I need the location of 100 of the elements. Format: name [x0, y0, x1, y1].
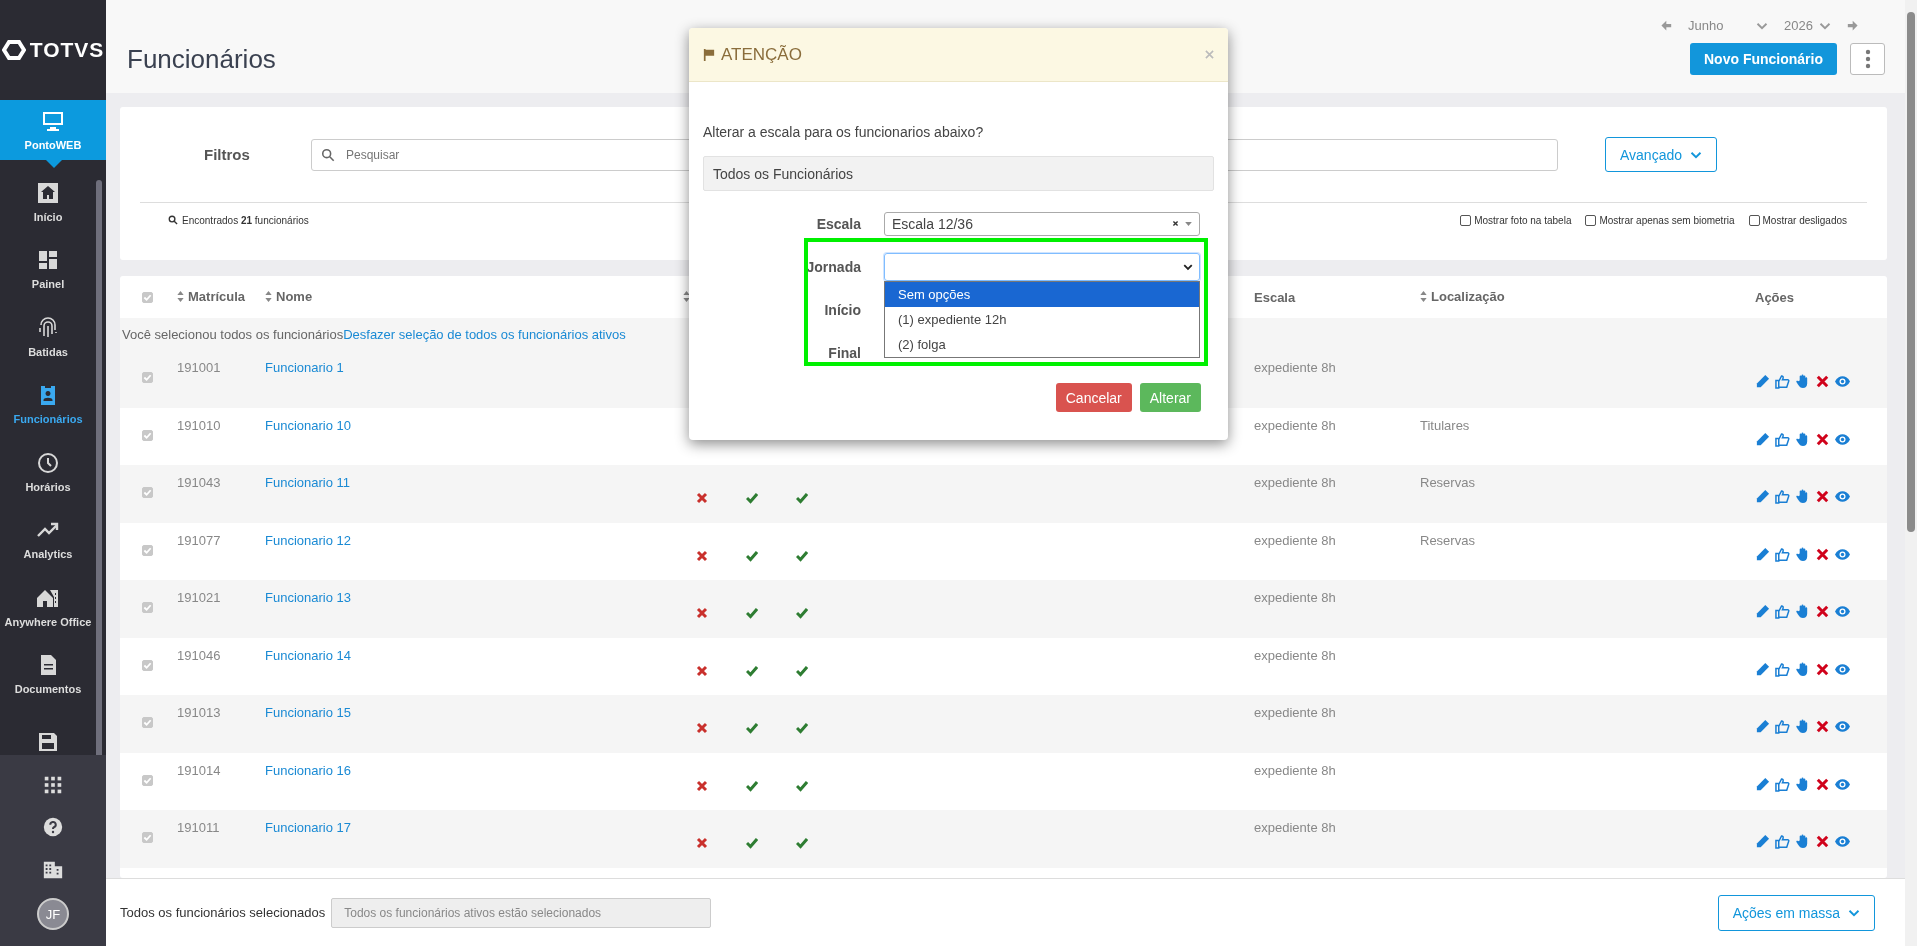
- thumbs-up-icon[interactable]: [1775, 489, 1790, 504]
- table-cell: expediente 8h: [1254, 475, 1336, 490]
- thumbs-up-icon[interactable]: [1775, 431, 1790, 447]
- thumbs-up-icon[interactable]: [1775, 776, 1790, 792]
- cancel-button[interactable]: Cancelar: [1055, 383, 1132, 412]
- pencil-icon[interactable]: [1755, 719, 1770, 734]
- eye-icon[interactable]: [1835, 834, 1850, 849]
- hand-icon[interactable]: [1795, 661, 1810, 677]
- scrollbar[interactable]: [96, 180, 102, 755]
- clear-icon[interactable]: [1172, 220, 1179, 227]
- delete-icon[interactable]: [1815, 374, 1830, 389]
- eye-icon[interactable]: [1835, 374, 1850, 389]
- scrollbar[interactable]: [1905, 0, 1917, 946]
- undo-selection-link[interactable]: Desfazer seleção de todos os funcionários ativos: [343, 326, 626, 342]
- column-header[interactable]: Escala: [1254, 289, 1296, 305]
- modal-title: ATENÇÃO: [721, 44, 802, 65]
- pencil-icon[interactable]: [1755, 374, 1770, 389]
- checkbox[interactable]: [1748, 214, 1760, 226]
- delete-icon[interactable]: [1815, 489, 1830, 504]
- dropdown-option[interactable]: Sem opções: [885, 281, 1199, 307]
- employee-link[interactable]: Funcionario 14: [265, 647, 351, 663]
- more-button[interactable]: [1850, 43, 1885, 75]
- column-header[interactable]: Nome: [265, 289, 313, 304]
- check-icon: [143, 430, 152, 440]
- employee-link[interactable]: Funcionario 15: [265, 705, 351, 720]
- check-icon: [143, 292, 152, 302]
- sidebar-item[interactable]: Horários: [0, 438, 96, 506]
- employee-link[interactable]: Funcionario 12: [265, 532, 351, 548]
- eye-icon[interactable]: [1835, 604, 1850, 619]
- hand-icon[interactable]: [1795, 834, 1810, 849]
- employee-link[interactable]: Funcionario 1: [265, 360, 344, 375]
- pencil-icon[interactable]: [1755, 776, 1770, 792]
- grid-icon[interactable]: [42, 774, 64, 796]
- help-icon[interactable]: [42, 816, 64, 838]
- hand-icon[interactable]: [1795, 604, 1810, 619]
- column-header[interactable]: Matrícula: [177, 289, 246, 304]
- hand-icon[interactable]: [1795, 719, 1810, 734]
- hand-icon[interactable]: [1795, 776, 1810, 792]
- pencil-icon[interactable]: [1755, 604, 1770, 619]
- table-cell: 191043: [177, 475, 221, 490]
- pencil-icon[interactable]: [1755, 431, 1770, 447]
- employee-link[interactable]: Funcionario 10: [265, 417, 351, 433]
- new-employee-button[interactable]: Novo Funcionário: [1690, 43, 1837, 75]
- eye-icon[interactable]: [1835, 431, 1850, 447]
- selection-field[interactable]: Todos os funcionários ativos estão selecionados: [331, 897, 712, 928]
- sidebar-item[interactable]: Painel: [0, 235, 96, 303]
- dropdown-option[interactable]: (1) expediente 12h: [885, 306, 1199, 332]
- arrow-right-icon[interactable]: [1847, 19, 1860, 32]
- pencil-icon[interactable]: [1755, 834, 1770, 849]
- delete-icon[interactable]: [1815, 546, 1830, 562]
- hand-icon[interactable]: [1795, 431, 1810, 447]
- delete-icon[interactable]: [1815, 776, 1830, 792]
- eye-icon[interactable]: [1835, 719, 1850, 734]
- scale-select[interactable]: Escala 12/36: [884, 211, 1200, 236]
- delete-icon[interactable]: [1815, 431, 1830, 447]
- avatar[interactable]: JF: [37, 898, 69, 930]
- hand-icon[interactable]: [1795, 546, 1810, 562]
- column-header[interactable]: Localização: [1420, 289, 1505, 304]
- delete-icon[interactable]: [1815, 604, 1830, 619]
- eye-icon[interactable]: [1835, 661, 1850, 677]
- month-select[interactable]: Junho: [1688, 18, 1769, 33]
- year-select[interactable]: 2026: [1784, 18, 1831, 33]
- delete-icon[interactable]: [1815, 834, 1830, 849]
- thumbs-up-icon[interactable]: [1775, 604, 1790, 619]
- thumbs-up-icon[interactable]: [1775, 546, 1790, 562]
- table-cell: 191021: [177, 590, 221, 605]
- bulk-actions-button[interactable]: Ações em massa: [1717, 894, 1875, 931]
- delete-icon[interactable]: [1815, 661, 1830, 677]
- hand-icon[interactable]: [1795, 489, 1810, 504]
- eye-icon[interactable]: [1835, 489, 1850, 504]
- arrow-left-icon[interactable]: [1659, 19, 1673, 32]
- pencil-icon[interactable]: [1755, 546, 1770, 562]
- employee-link[interactable]: Funcionario 13: [265, 590, 351, 605]
- pencil-icon[interactable]: [1755, 661, 1770, 677]
- hand-icon[interactable]: [1795, 374, 1810, 389]
- results-count: Encontrados 21 funcionários: [182, 214, 309, 226]
- thumbs-up-icon[interactable]: [1775, 834, 1790, 849]
- sidebar-item[interactable]: Analytics: [0, 505, 96, 573]
- sidebar-item[interactable]: Batidas: [0, 303, 96, 371]
- eye-icon[interactable]: [1835, 546, 1850, 562]
- thumbs-up-icon[interactable]: [1775, 719, 1790, 734]
- advanced-button[interactable]: Avançado: [1605, 137, 1717, 172]
- table-cell: 191011: [177, 820, 220, 835]
- sidebar-item[interactable]: Documentos: [0, 640, 96, 708]
- sidebar-item[interactable]: Início: [0, 168, 96, 236]
- checkbox[interactable]: [1460, 214, 1472, 226]
- delete-icon[interactable]: [1815, 719, 1830, 734]
- checkbox[interactable]: [1585, 214, 1597, 226]
- confirm-button[interactable]: Alterar: [1139, 383, 1201, 412]
- sidebar-item[interactable]: Anywhere Office: [0, 573, 96, 641]
- pencil-icon[interactable]: [1755, 489, 1770, 504]
- thumbs-up-icon[interactable]: [1775, 374, 1790, 389]
- dropdown-option[interactable]: (2) folga: [885, 331, 1199, 357]
- employee-link[interactable]: Funcionario 17: [265, 820, 351, 835]
- sidebar-item[interactable]: Funcionários: [0, 370, 96, 438]
- employee-link[interactable]: Funcionario 16: [265, 762, 351, 778]
- column-header[interactable]: Ações: [1755, 289, 1795, 305]
- thumbs-up-icon[interactable]: [1775, 661, 1790, 677]
- employee-link[interactable]: Funcionario 11: [265, 475, 351, 490]
- eye-icon[interactable]: [1835, 776, 1850, 792]
